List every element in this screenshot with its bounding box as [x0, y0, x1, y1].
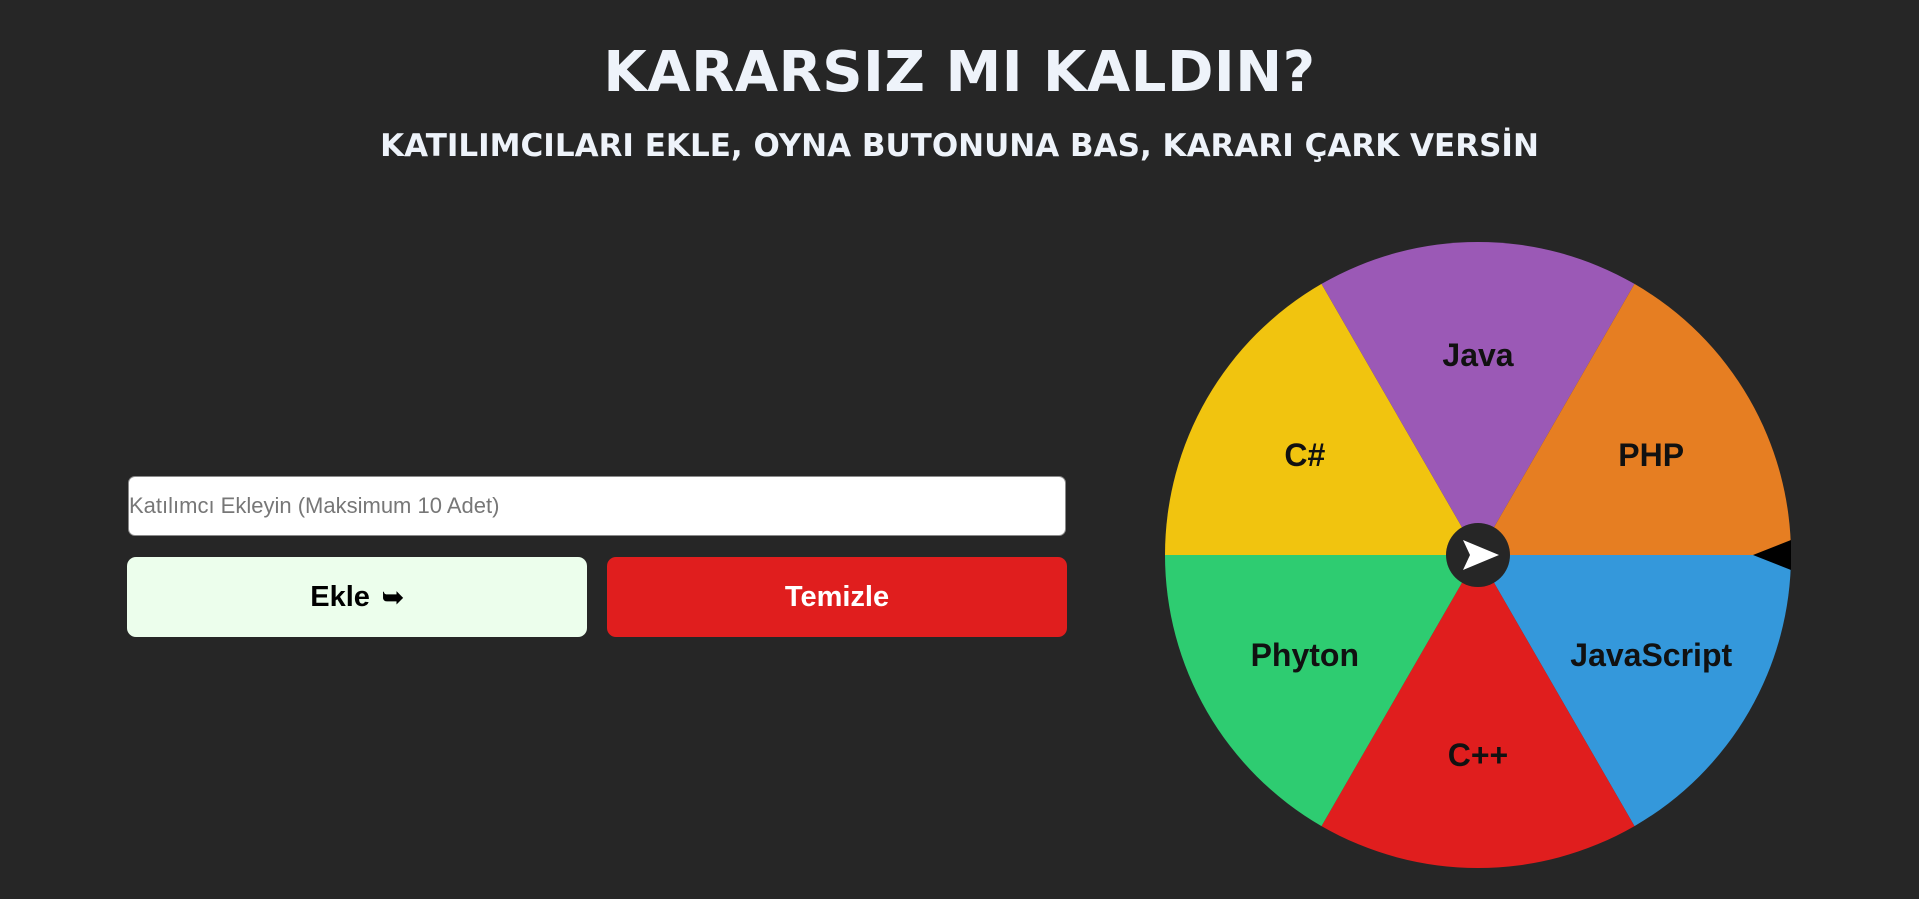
add-button[interactable]: Ekle ➥ [127, 557, 587, 637]
wheel-segment-label: JavaScript [1570, 637, 1732, 673]
clear-button[interactable]: Temizle [607, 557, 1067, 637]
page-subtitle: KATILIMCILARI EKLE, OYNA BUTONUNA BAS, K… [380, 128, 1539, 164]
wheel-segment-label: C++ [1448, 737, 1508, 773]
page-title: KARARSIZ MI KALDIN? [603, 40, 1316, 105]
wheel-segment-label: Java [1442, 337, 1513, 373]
add-button-label: Ekle [310, 580, 370, 613]
wheel-segment-label: C# [1284, 437, 1325, 473]
clear-button-label: Temizle [784, 580, 890, 613]
arrow-right-icon: ➥ [381, 581, 404, 612]
spin-button[interactable] [1446, 523, 1510, 587]
wheel-segment-label: Phyton [1251, 637, 1359, 673]
decision-wheel[interactable]: JavaScript C++ Phyton C# Java PHP [1165, 242, 1791, 868]
wheel-segment-label: PHP [1618, 437, 1684, 473]
participant-input[interactable] [128, 476, 1066, 536]
